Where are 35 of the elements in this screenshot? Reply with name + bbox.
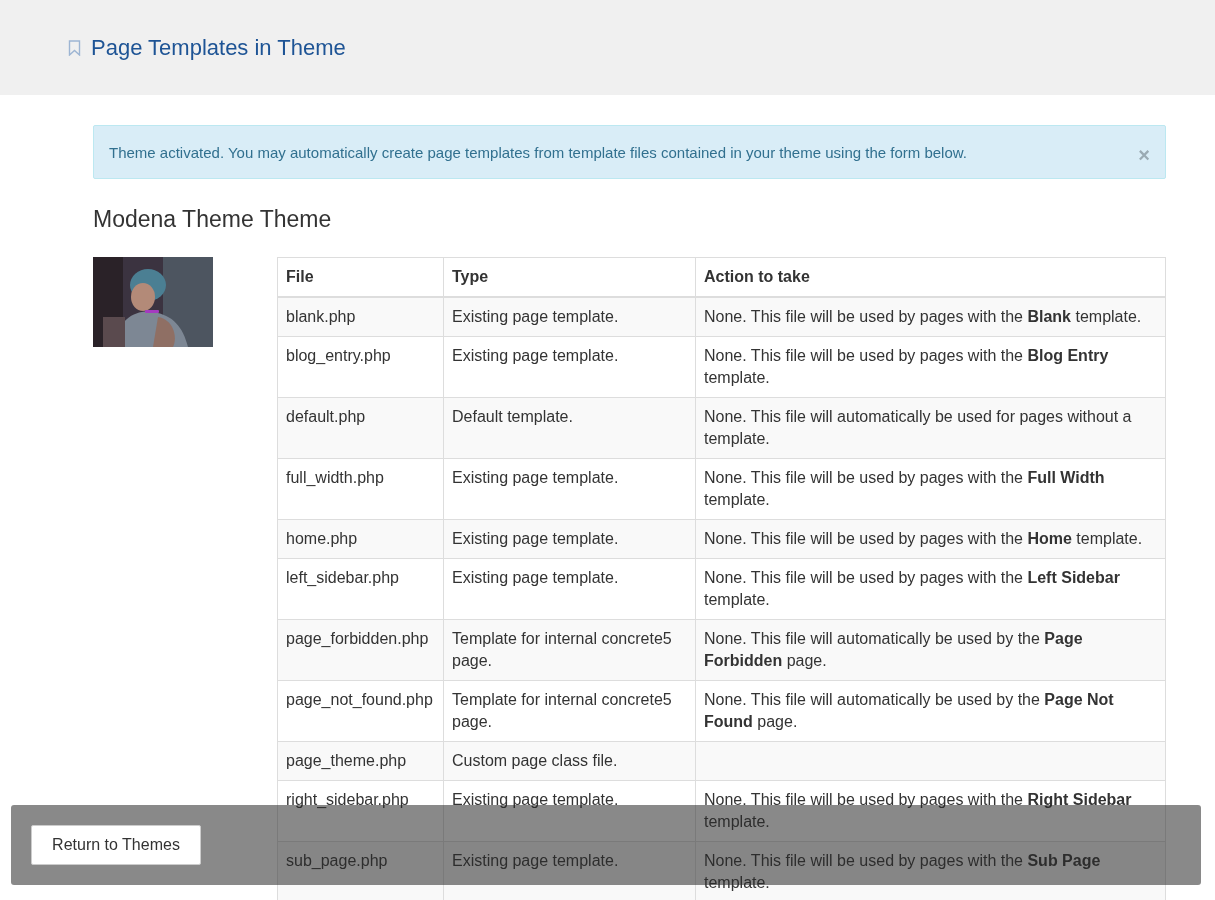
- table-cell: None. This file will be used by pages with the Right Sidebar template.: [695, 780, 1166, 842]
- table-cell: None. This file will automatically be used by the Page Not Found page.: [695, 680, 1166, 742]
- bookmark-icon: [68, 39, 81, 56]
- table-cell: Existing page template.: [443, 297, 696, 337]
- theme-heading: Modena Theme Theme: [93, 206, 333, 233]
- table-cell: default.php: [277, 397, 444, 459]
- table-cell: None. This file will be used by pages with the Blank template.: [695, 297, 1166, 337]
- table-cell: Custom page class file.: [443, 741, 696, 781]
- table-cell: page_theme.php: [277, 741, 444, 781]
- table-cell: Existing page template.: [443, 336, 696, 398]
- table-cell: Existing page template.: [443, 780, 696, 842]
- table-cell: full_width.php: [277, 458, 444, 520]
- table-cell: left_sidebar.php: [277, 558, 444, 620]
- page-title: Page Templates in Theme: [91, 34, 346, 61]
- table-cell: blank.php: [277, 297, 444, 337]
- table-cell: page_not_found.php: [277, 680, 444, 742]
- table-cell: Existing page template.: [443, 558, 696, 620]
- table-cell: Template for internal concrete5 page.: [443, 619, 696, 681]
- table-cell: home.php: [277, 519, 444, 559]
- table-cell: None. This file will be used by pages with the Home template.: [695, 519, 1166, 559]
- table-cell: Template for internal concrete5 page.: [443, 680, 696, 742]
- table-cell: None. This file will automatically be used for pages without a template.: [695, 397, 1166, 459]
- table-cell: right_sidebar.php: [277, 780, 444, 842]
- table-cell: None. This file will be used by pages with the Full Width template.: [695, 458, 1166, 520]
- return-button[interactable]: Return to Themes: [31, 825, 201, 865]
- table-cell: Default template.: [443, 397, 696, 459]
- table-cell: None. This file will be used by pages with the Left Sidebar template.: [695, 558, 1166, 620]
- table-cell: Existing page template.: [443, 458, 696, 520]
- table-cell: None. This file will be used by pages with the Blog Entry template.: [695, 336, 1166, 398]
- alert-message: Theme activated. You may automatically create page templates from template files contained in your theme using the form below.: [109, 143, 967, 161]
- table-cell: None. This file will automatically be used by the Page Forbidden page.: [695, 619, 1166, 681]
- table-cell: Existing page template.: [443, 519, 696, 559]
- table-cell: sub_page.php: [277, 841, 444, 900]
- table-cell: blog_entry.php: [277, 336, 444, 398]
- table-cell: page_forbidden.php: [277, 619, 444, 681]
